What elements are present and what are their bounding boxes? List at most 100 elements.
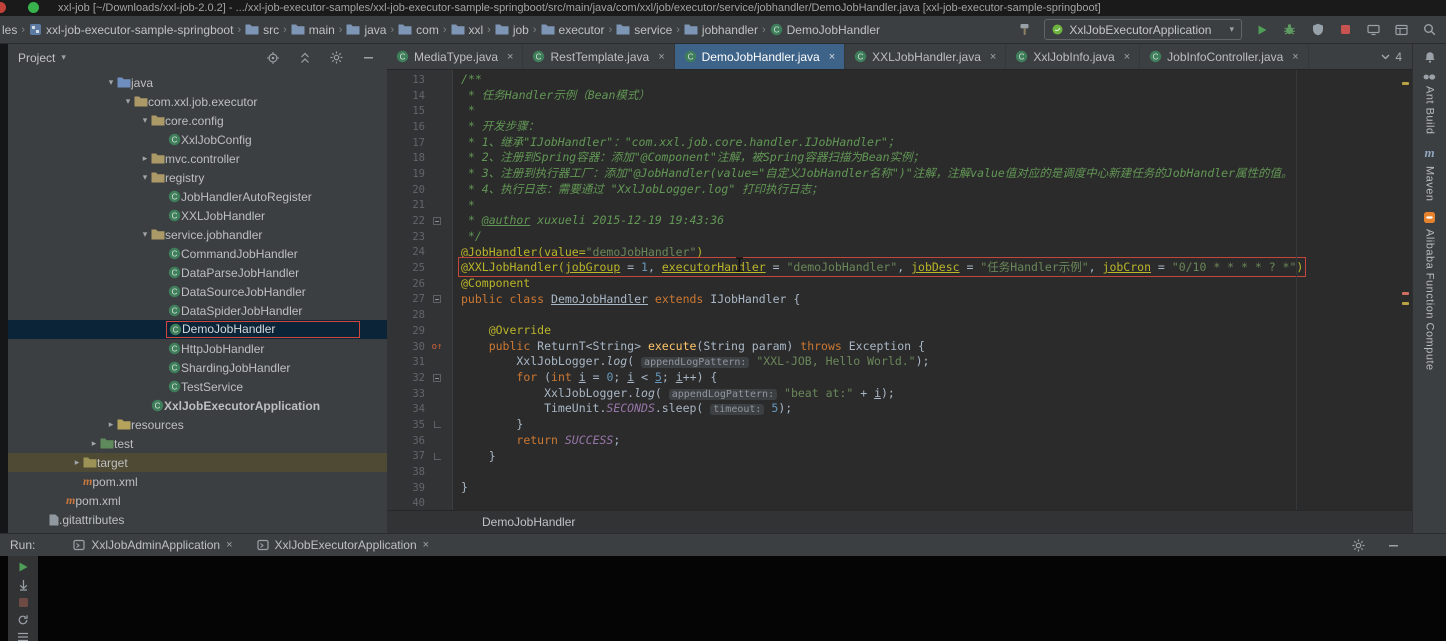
monitor-button[interactable] [1365,21,1382,38]
stop-button[interactable] [1337,21,1354,38]
tree-item-xxljobhandler[interactable]: CXXLJobHandler [8,206,387,225]
fold-marker-icon[interactable] [433,374,441,382]
locate-button[interactable] [264,49,281,66]
breadcrumb-item-xxl-job-executor-sample-springboot[interactable]: xxl-job-executor-sample-springboot [29,23,233,37]
breadcrumb-item-jobhandler[interactable]: jobhandler [684,23,758,37]
run-button[interactable] [1253,21,1270,38]
hide-button[interactable] [360,49,377,66]
tab-close-icon[interactable]: × [990,51,996,63]
tree-chevron-icon[interactable]: ▸ [88,438,100,449]
tab-close-icon[interactable]: × [658,51,664,63]
editor-tab-mediatype-java[interactable]: CMediaType.java× [387,44,523,69]
breadcrumb-item-com[interactable]: com [398,23,439,37]
class-icon: C [1149,50,1162,63]
editor-tab-demojobhandler-java[interactable]: CDemoJobHandler.java× [675,44,846,69]
breadcrumb-item-executor[interactable]: executor [541,23,605,37]
window-close-button[interactable] [0,2,6,13]
tree-item-registry[interactable]: ▾registry [8,168,387,187]
tree-item-shardingjobhandler[interactable]: CShardingJobHandler [8,358,387,377]
code-editor[interactable]: 131415161718192021222324252627282930o↑31… [387,70,1412,510]
breadcrumb-item-job[interactable]: job [495,23,529,37]
tree-item-mvc-controller[interactable]: ▸mvc.controller [8,149,387,168]
options-button[interactable] [15,632,32,641]
rerun-button[interactable] [15,561,32,573]
tab-close-icon[interactable]: × [1292,51,1298,63]
tree-item-jobhandlerautoregister[interactable]: CJobHandlerAutoRegister [8,187,387,206]
tree-item-commandjobhandler[interactable]: CCommandJobHandler [8,244,387,263]
tree-item-dataspiderjobhandler[interactable]: CDataSpiderJobHandler [8,301,387,320]
window-zoom-button[interactable] [28,2,39,13]
tree-item-dataparsejobhandler[interactable]: CDataParseJobHandler [8,263,387,282]
run-tab-xxljobadminapplication[interactable]: XxlJobAdminApplication× [63,534,242,556]
breadcrumb-item-les[interactable]: les [2,23,17,37]
breadcrumb-item-java[interactable]: java [346,23,386,37]
tool-window-button-maven[interactable]: mMaven [1424,145,1436,202]
tree-item-pom-xml[interactable]: mpom.xml [8,472,387,491]
hidden-tabs-control[interactable]: 4 [1371,44,1412,69]
breadcrumb-item-main[interactable]: main [291,23,335,37]
tree-item-httpjobhandler[interactable]: CHttpJobHandler [8,339,387,358]
run-tab-xxljobexecutorapplication[interactable]: XxlJobExecutorApplication× [247,534,440,556]
code-text[interactable]: /** * 任务Handler示例（Bean模式） * * 开发步骤： * 1、… [453,70,1412,510]
fold-marker-icon[interactable] [433,217,441,225]
tree-chevron-icon[interactable]: ▸ [139,153,151,164]
tree-item-service-jobhandler[interactable]: ▾service.jobhandler [8,225,387,244]
breadcrumb-item-demojobhandler[interactable]: CDemoJobHandler [770,23,880,37]
tree-item-gitattributes[interactable]: .gitattributes [8,510,387,529]
tree-item-xxljobconfig[interactable]: CXxlJobConfig [8,130,387,149]
tab-close-icon[interactable]: × [1124,51,1130,63]
settings-button[interactable] [1350,537,1367,554]
fold-end-icon[interactable] [434,421,441,428]
console-output[interactable] [0,556,1446,641]
tab-close-icon[interactable]: × [507,51,513,63]
tree-item-demojobhandler[interactable]: CDemoJobHandler [8,320,387,339]
project-panel-header[interactable]: Project ▾ [8,44,387,71]
breadcrumb-item-xxl[interactable]: xxl [451,23,484,37]
tab-close-icon[interactable]: × [423,539,429,551]
search-button[interactable] [1421,21,1438,38]
settings-button[interactable] [328,49,345,66]
tree-chevron-icon[interactable]: ▸ [71,457,83,468]
collapse-button[interactable] [296,49,313,66]
tree-item-com-xxl-job-executor[interactable]: ▾com.xxl.job.executor [8,92,387,111]
bell-icon[interactable] [1424,51,1436,63]
tab-close-icon[interactable]: × [226,539,232,551]
tool-window-button-ant-build[interactable]: Ant Build [1423,73,1436,135]
coverage-button[interactable] [1309,21,1326,38]
fold-marker-icon[interactable] [433,295,441,303]
tree-chevron-icon[interactable]: ▾ [139,172,151,183]
tree-item-test[interactable]: ▸test [8,434,387,453]
editor-tab-xxljobinfo-java[interactable]: CXxlJobInfo.java× [1006,44,1140,69]
tree-chevron-icon[interactable]: ▾ [122,96,134,107]
tool-window-button-alibaba-function-compute[interactable]: Alibaba Function Compute [1423,211,1436,371]
tree-chevron-icon[interactable]: ▾ [139,229,151,240]
fold-end-icon[interactable] [434,453,441,460]
breadcrumb-item-service[interactable]: service [616,23,672,37]
tree-chevron-icon[interactable]: ▾ [105,77,117,88]
editor-tab-jobinfocontroller-java[interactable]: CJobInfoController.java× [1140,44,1309,69]
tab-close-icon[interactable]: × [829,51,835,63]
tree-item-datasourcejobhandler[interactable]: CDataSourceJobHandler [8,282,387,301]
restart-button[interactable] [15,614,32,626]
debug-button[interactable] [1281,21,1298,38]
tree-item-java[interactable]: ▾java [8,73,387,92]
stop-dim-button[interactable] [15,597,32,608]
scroll-down-button[interactable] [15,579,32,591]
editor-breadcrumb-item[interactable]: DemoJobHandler [482,515,575,529]
tree-item-testservice[interactable]: CTestService [8,377,387,396]
editor-tab-resttemplate-java[interactable]: CRestTemplate.java× [523,44,674,69]
editor-tab-xxljobhandler-java[interactable]: CXXLJobHandler.java× [845,44,1006,69]
tree-item-core-config[interactable]: ▾core.config [8,111,387,130]
tree-chevron-icon[interactable]: ▸ [105,419,117,430]
tree-item-pom-xml[interactable]: mpom.xml [8,491,387,510]
tree-item-target[interactable]: ▸target [8,453,387,472]
build-hammer-icon[interactable] [1016,21,1033,38]
minimize-button[interactable] [1385,537,1402,554]
breadcrumb-item-src[interactable]: src [245,23,279,37]
tree-item-resources[interactable]: ▸resources [8,415,387,434]
run-configuration-select[interactable]: XxlJobExecutorApplication ▾ [1044,19,1242,40]
tree-item-xxljobexecutorapplication[interactable]: CXxlJobExecutorApplication [8,396,387,415]
tree-chevron-icon[interactable]: ▾ [139,115,151,126]
override-method-icon[interactable]: o↑ [432,342,443,352]
layout-button[interactable] [1393,21,1410,38]
